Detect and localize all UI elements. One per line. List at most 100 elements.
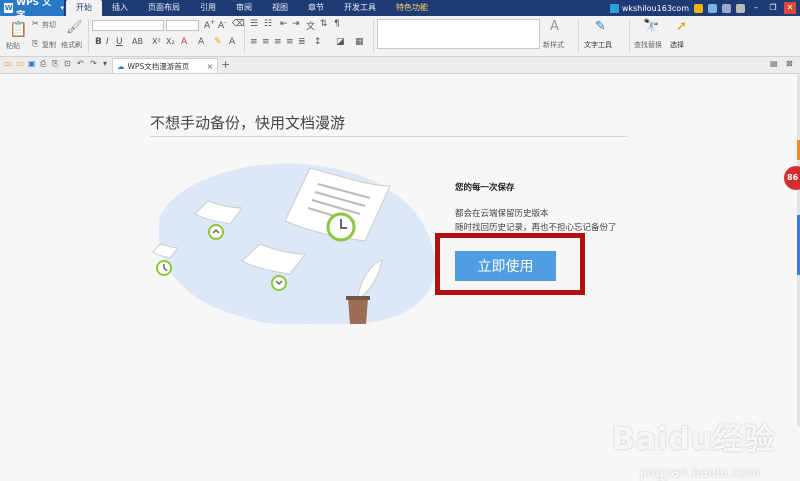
find-replace-label[interactable]: 查找替换 [634, 40, 662, 50]
tab-insert[interactable]: 插入 [102, 0, 138, 16]
font-name-select[interactable] [92, 20, 164, 31]
subscript-icon[interactable]: X₂ [166, 37, 175, 46]
redo-icon[interactable]: ↷ [90, 59, 97, 68]
find-replace-icon[interactable]: 🔭 [643, 19, 659, 34]
highlight-icon[interactable]: ✎ [214, 37, 222, 47]
print-preview-icon[interactable]: ⊡ [64, 59, 71, 68]
chinese-layout-icon[interactable]: 文 [306, 19, 315, 32]
feature-description-1: 都会在云端保留历史版本 [455, 209, 549, 219]
minimize-icon[interactable]: – [750, 2, 762, 14]
new-tab-plus-icon[interactable]: + [221, 58, 230, 71]
font-size-select[interactable] [166, 20, 199, 31]
skin-icon[interactable] [708, 3, 717, 13]
tab-section[interactable]: 章节 [298, 0, 334, 16]
paste-label[interactable]: 粘贴 [6, 41, 20, 51]
preview-icon[interactable]: ⎘ [52, 59, 58, 69]
save-icon[interactable]: ▣ [28, 59, 36, 68]
clear-format-icon[interactable]: ⌫ [232, 19, 245, 29]
doc-tab-label: WPS文档漫游首页 [127, 61, 190, 71]
text-tool-icon[interactable]: ✎ [595, 19, 606, 34]
ribbon-toolbar: 📋 粘贴 ✂ 剪切 ⎘ 复制 🖌 格式刷 A+ A- ⌫ B I U AB X²… [0, 16, 800, 57]
format-painter-icon[interactable]: 🖌 [66, 20, 83, 35]
tab-page-layout[interactable]: 页面布局 [138, 0, 190, 16]
copy-icon[interactable]: ⎘ [32, 39, 38, 49]
tab-list-icon[interactable]: ▤ [770, 59, 778, 68]
caret-down-icon: ▾ [60, 4, 64, 12]
select-label[interactable]: 选择 [670, 40, 684, 50]
account-name: wkshilou163com [621, 3, 689, 13]
borders-icon[interactable]: ▦ [355, 37, 364, 47]
cloud-icon: ☁ [117, 61, 125, 71]
title-right-area: wkshilou163com – ❐ ✕ [609, 0, 800, 16]
cut-icon[interactable]: ✂ [32, 19, 39, 28]
doc-tab-roaming-home[interactable]: ☁ WPS文档漫游首页 × [112, 58, 218, 73]
underline-icon[interactable]: U [116, 37, 123, 47]
tab-references[interactable]: 引用 [190, 0, 226, 16]
superscript-icon[interactable]: X² [152, 37, 161, 46]
mail-icon[interactable] [694, 3, 703, 13]
cut-label[interactable]: 剪切 [42, 20, 56, 30]
feature-description-2: 随时找回历史记录，再也不担心忘记备份了 [455, 223, 617, 233]
tab-view[interactable]: 视图 [262, 0, 298, 16]
text-tool-label[interactable]: 文字工具 [584, 40, 612, 50]
watermark-url: jingyan.baidu.com [640, 466, 760, 481]
undo-icon[interactable]: ↶ [77, 59, 84, 68]
sort-icon[interactable]: ⇅ [320, 19, 328, 29]
paste-icon[interactable]: 📋 [9, 20, 28, 38]
copy-label[interactable]: 复制 [42, 40, 56, 50]
char-shading-icon[interactable]: A [229, 37, 235, 47]
print-icon[interactable]: ⎙ [40, 59, 46, 69]
close-icon[interactable]: ✕ [784, 2, 796, 14]
help-icon[interactable] [736, 3, 745, 13]
account-icon [609, 3, 619, 13]
align-left-icon[interactable]: ≡ [250, 37, 258, 47]
indent-increase-icon[interactable]: ⇥ [292, 19, 300, 29]
feature-subtitle: 您的每一次保存 [455, 183, 515, 193]
align-right-icon[interactable]: ≡ [274, 37, 282, 47]
tab-close-all-icon[interactable]: ⊠ [786, 59, 793, 68]
new-doc-icon[interactable]: ▭ [4, 59, 12, 68]
separator [244, 20, 245, 52]
new-style-label[interactable]: 新样式 [543, 40, 564, 50]
italic-icon[interactable]: I [106, 37, 109, 47]
indent-decrease-icon[interactable]: ⇤ [280, 19, 288, 29]
tab-review[interactable]: 审阅 [226, 0, 262, 16]
distribute-icon[interactable]: ≣ [298, 37, 306, 47]
line-spacing-icon[interactable]: ↕ [314, 37, 322, 47]
customize-icon[interactable]: ▾ [103, 59, 107, 68]
strikethrough-icon[interactable]: AB [132, 37, 143, 46]
open-icon[interactable]: ▭ [16, 59, 24, 68]
separator [578, 20, 579, 52]
justify-icon[interactable]: ≡ [286, 37, 294, 47]
align-center-icon[interactable]: ≡ [262, 37, 270, 47]
style-gallery[interactable] [377, 19, 540, 49]
shading-icon[interactable]: ◪ [336, 37, 345, 47]
account[interactable]: wkshilou163com [609, 3, 689, 13]
tab-special-features[interactable]: 特色功能 [386, 0, 438, 16]
settings-icon[interactable] [722, 3, 731, 13]
separator [373, 20, 374, 52]
format-painter-label[interactable]: 格式刷 [61, 40, 82, 50]
tab-start[interactable]: 开始 [66, 0, 102, 16]
menu-tabs: 开始 插入 页面布局 引用 审阅 视图 章节 开发工具 特色功能 [66, 0, 438, 16]
wps-logo-icon: W [4, 3, 14, 13]
divider [150, 136, 627, 137]
select-cursor-icon[interactable]: ➚ [676, 19, 687, 34]
document-tab-bar: ▭ ▭ ▣ ⎙ ⎘ ⊡ ↶ ↷ ▾ ☁ WPS文档漫游首页 × + ▤ ⊠ [0, 57, 800, 74]
font-color-icon[interactable]: A [198, 37, 204, 47]
numbering-icon[interactable]: ☷ [264, 19, 272, 29]
text-effect-icon[interactable]: A [181, 37, 187, 47]
separator [88, 20, 89, 52]
tab-close-icon[interactable]: × [207, 62, 213, 71]
restore-icon[interactable]: ❐ [767, 2, 779, 14]
new-style-icon[interactable]: A [550, 19, 559, 34]
use-now-button[interactable]: 立即使用 [455, 251, 556, 281]
bold-icon[interactable]: B [95, 37, 102, 47]
tab-developer[interactable]: 开发工具 [334, 0, 386, 16]
app-menu-button[interactable]: W WPS 文字 ▾ [0, 0, 64, 21]
show-marks-icon[interactable]: ¶ [334, 19, 340, 29]
shrink-font-icon[interactable]: A- [218, 19, 226, 31]
grow-font-icon[interactable]: A+ [204, 19, 215, 31]
page-headline: 不想手动备份，快用文档漫游 [150, 114, 346, 132]
bullets-icon[interactable]: ☰ [250, 19, 258, 29]
